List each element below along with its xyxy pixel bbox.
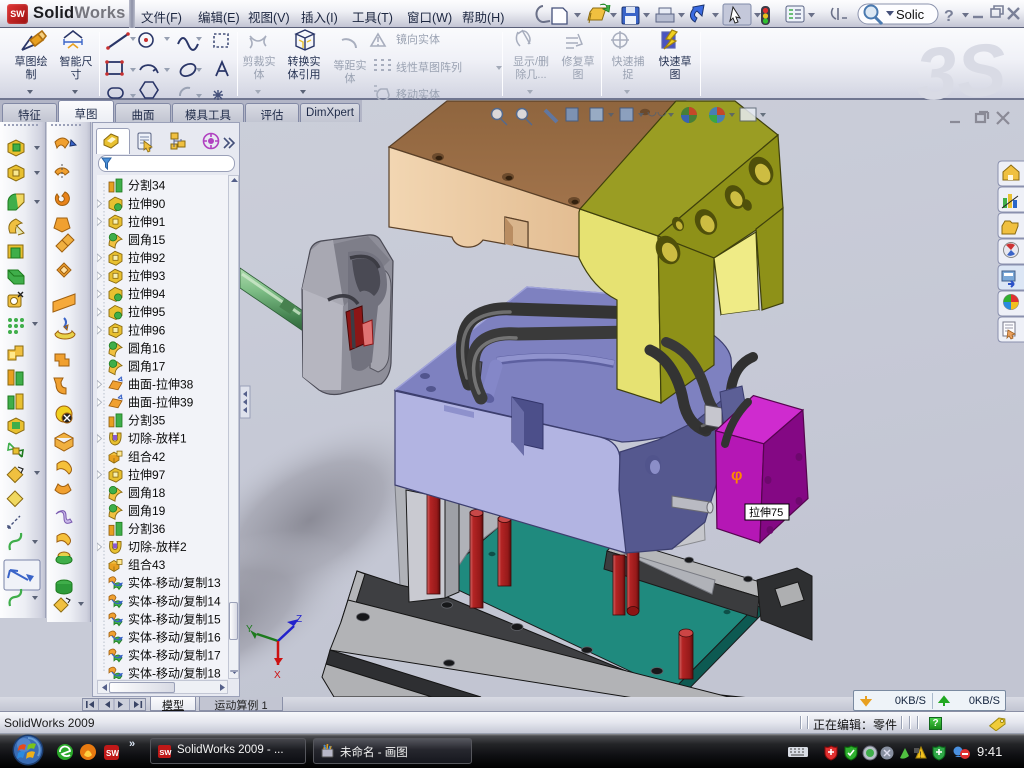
svg-text:切除-放样1: 切除-放样1 — [128, 431, 187, 446]
svg-text:组合42: 组合42 — [128, 449, 166, 464]
svg-text:拉伸92: 拉伸92 — [128, 250, 166, 265]
svg-text:SW: SW — [159, 748, 172, 757]
svg-text:拉伸94: 拉伸94 — [128, 286, 166, 301]
svg-text:圆角15: 圆角15 — [128, 233, 166, 247]
svg-text:?: ? — [944, 8, 954, 25]
svg-text:实体-移动/复制15: 实体-移动/复制15 — [128, 611, 221, 626]
svg-text:曲面-拉伸39: 曲面-拉伸39 — [128, 395, 194, 410]
svg-text:3S: 3S — [913, 28, 1009, 100]
svg-text:圆角16: 圆角16 — [128, 341, 166, 355]
svg-text:实体-移动/复制13: 实体-移动/复制13 — [128, 575, 221, 590]
svg-text:分割35: 分割35 — [128, 413, 166, 428]
svg-text:实体-移动/复制14: 实体-移动/复制14 — [128, 593, 221, 608]
svg-text:分割36: 分割36 — [128, 521, 166, 536]
svg-text:拉伸93: 拉伸93 — [128, 268, 166, 283]
svg-text:圆角18: 圆角18 — [128, 486, 166, 500]
svg-text:SW: SW — [106, 749, 119, 758]
svg-text:拉伸91: 拉伸91 — [128, 214, 166, 229]
svg-text:X: X — [274, 670, 281, 681]
svg-text:曲面-拉伸38: 曲面-拉伸38 — [128, 377, 194, 392]
svg-text:分割34: 分割34 — [128, 178, 166, 193]
svg-text:圆角17: 圆角17 — [128, 359, 166, 373]
svg-text:Solic: Solic — [896, 7, 925, 22]
svg-text:组合43: 组合43 — [128, 557, 166, 572]
svg-text:实体-移动/复制17: 实体-移动/复制17 — [128, 648, 221, 663]
svg-text:切除-放样2: 切除-放样2 — [128, 539, 187, 554]
svg-text:Z: Z — [296, 614, 302, 625]
svg-text:拉伸97: 拉伸97 — [128, 467, 166, 482]
svg-text:实体-移动/复制16: 实体-移动/复制16 — [128, 629, 221, 644]
svg-text:圆角19: 圆角19 — [128, 504, 166, 518]
svg-text:Y: Y — [246, 624, 253, 635]
svg-text:!: ! — [919, 751, 921, 760]
svg-text:实体-移动/复制18: 实体-移动/复制18 — [128, 666, 221, 679]
svg-text:拉伸95: 拉伸95 — [128, 304, 166, 319]
svg-text:φ: φ — [731, 467, 742, 484]
svg-text:拉伸96: 拉伸96 — [128, 322, 166, 337]
svg-text:拉伸90: 拉伸90 — [128, 196, 166, 211]
svg-text:拉伸75: 拉伸75 — [749, 505, 783, 519]
